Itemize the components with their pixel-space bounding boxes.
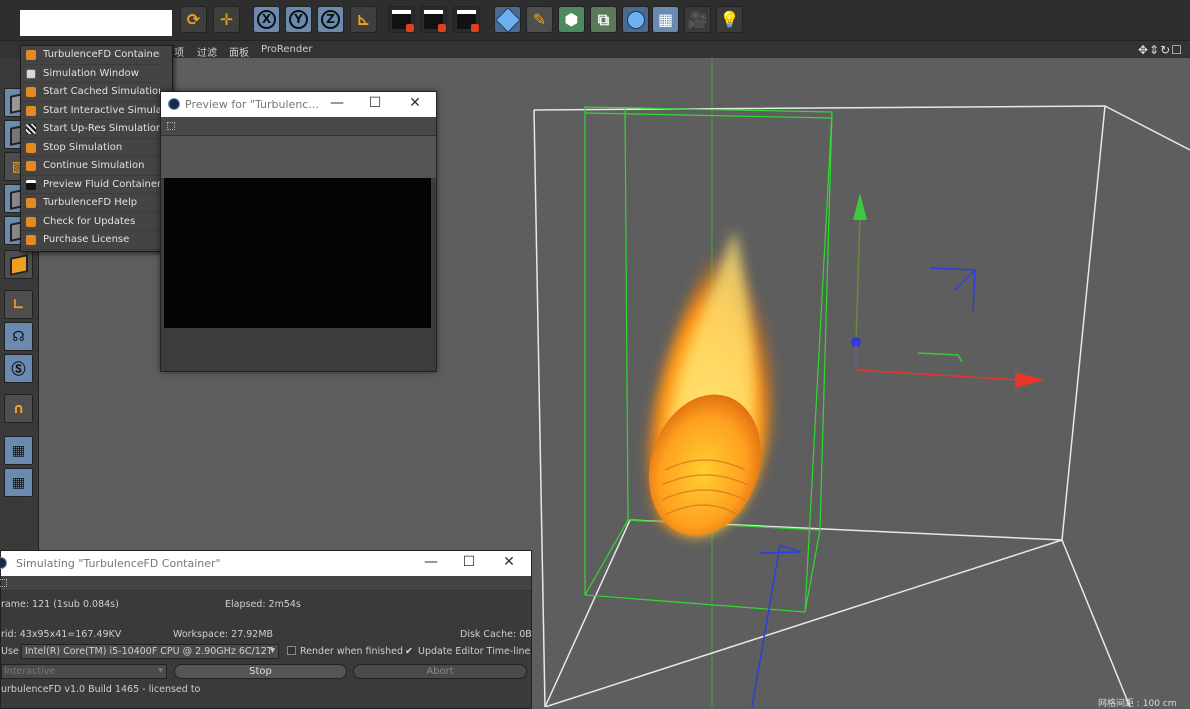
render-picture-viewer-button[interactable] bbox=[420, 6, 447, 33]
menu-item-start-cached[interactable]: Start Cached Simulation bbox=[21, 83, 160, 102]
simulating-window: Simulating "TurbulenceFD Container" — ☐ … bbox=[0, 550, 532, 709]
window-icon bbox=[26, 68, 36, 79]
preview-title: Preview for "Turbulenc... bbox=[185, 98, 319, 111]
menu-item-start-upres[interactable]: Start Up-Res Simulation bbox=[21, 120, 160, 139]
subdivision-icon[interactable]: ⬢ bbox=[558, 6, 585, 33]
menu-item-start-interactive[interactable]: Start Interactive Simulation bbox=[21, 102, 160, 120]
toolbar-grip-icon bbox=[4, 6, 16, 33]
workplane-lock-icon[interactable]: ▦ bbox=[4, 436, 33, 465]
fluid-icon bbox=[26, 142, 36, 153]
sim-title: Simulating "TurbulenceFD Container" bbox=[16, 557, 221, 570]
fluid-icon bbox=[26, 105, 36, 116]
close-button[interactable]: ✕ bbox=[499, 554, 519, 570]
maximize-button[interactable]: ☐ bbox=[365, 95, 385, 111]
grid-spacing-status: 网格间距 : 100 cm bbox=[1098, 699, 1177, 709]
viewport-menubar: 项 过滤 面板 ProRender bbox=[0, 41, 1190, 59]
minimize-button[interactable]: — bbox=[327, 95, 347, 111]
render-when-finished-checkbox[interactable]: Render when finished bbox=[287, 646, 403, 657]
grip-icon[interactable] bbox=[0, 579, 7, 587]
fluid-icon bbox=[26, 216, 36, 227]
stop-button[interactable]: Stop bbox=[174, 664, 347, 679]
menu-item-check-updates[interactable]: Check for Updates bbox=[21, 213, 160, 231]
fluid-icon bbox=[26, 161, 36, 171]
preview-toolbar bbox=[161, 117, 436, 136]
version-footer: urbulenceFD v1.0 Build 1465 - licensed t… bbox=[1, 684, 201, 695]
fluid-container-icon bbox=[26, 50, 36, 60]
solo-button[interactable]: Ⓢ bbox=[4, 354, 33, 383]
mode-select[interactable]: Interactive ▾ bbox=[1, 664, 167, 679]
checkbox-icon bbox=[287, 646, 296, 655]
camera-icon[interactable]: 🎥 bbox=[684, 6, 711, 33]
maximize-button[interactable]: ☐ bbox=[459, 554, 479, 570]
polygon-mode-button[interactable] bbox=[4, 250, 33, 279]
pen-tool-icon[interactable]: ✎ bbox=[526, 6, 553, 33]
update-timeline-checkbox[interactable]: ✔ Update Editor Time-line bbox=[405, 646, 530, 657]
snap-magnet-icon[interactable]: ∩ bbox=[4, 394, 33, 423]
menu-item-help[interactable]: TurbulenceFD Help bbox=[21, 194, 160, 213]
menu-panel[interactable]: 面板 bbox=[229, 44, 249, 59]
rotate-tool-icon[interactable]: ⟳ bbox=[180, 6, 207, 33]
menu-item-continue[interactable]: Continue Simulation bbox=[21, 157, 160, 176]
workplane-align-icon[interactable]: ▦ bbox=[4, 468, 33, 497]
preview-header-area bbox=[161, 136, 436, 178]
cloner-icon[interactable]: ⧉ bbox=[590, 6, 617, 33]
frame-info: rame: 121 (1sub 0.084s) bbox=[1, 599, 119, 610]
coordinate-system-icon[interactable]: ⊾ bbox=[350, 6, 377, 33]
occluded-area bbox=[20, 10, 172, 36]
cinema4d-logo-icon bbox=[0, 557, 7, 569]
menu-item-purchase[interactable]: Purchase License bbox=[21, 231, 160, 250]
menu-filter[interactable]: 过滤 bbox=[197, 44, 217, 59]
workspace-info: Workspace: 27.92MB bbox=[173, 629, 274, 640]
cube-primitive-button[interactable] bbox=[494, 6, 521, 33]
turbulencefd-menu: TurbulenceFD Container Simulation Window… bbox=[20, 45, 173, 252]
render-view-button[interactable] bbox=[388, 6, 415, 33]
preview-titlebar[interactable]: Preview for "Turbulenc... — ☐ ✕ bbox=[161, 92, 436, 117]
checkmark-icon: ✔ bbox=[405, 646, 413, 657]
light-bulb-icon[interactable]: 💡 bbox=[716, 6, 743, 33]
x-axis-lock-button[interactable]: X bbox=[253, 6, 280, 33]
cpu-value: Intel(R) Core(TM) i5-10400F CPU @ 2.90GH… bbox=[25, 646, 273, 657]
clapper-icon bbox=[26, 179, 36, 190]
sim-titlebar[interactable]: Simulating "TurbulenceFD Container" — ☐ … bbox=[0, 551, 531, 576]
main-toolbar: ⟳ ✛ X Y Z ⊾ ✎ ⬢ ⧉ ▦ 🎥 💡 bbox=[0, 0, 1190, 41]
tweak-mode-button[interactable]: ☊ bbox=[4, 322, 33, 351]
cinema4d-logo-icon bbox=[168, 98, 180, 110]
y-axis-lock-button[interactable]: Y bbox=[285, 6, 312, 33]
chevron-down-icon: ▾ bbox=[158, 665, 163, 676]
deformer-icon[interactable] bbox=[622, 6, 649, 33]
move-tool-icon[interactable]: ✛ bbox=[213, 6, 240, 33]
grip-icon[interactable] bbox=[167, 122, 175, 130]
sim-toolbar bbox=[0, 576, 531, 591]
fluid-icon bbox=[26, 235, 36, 245]
minimize-button[interactable]: — bbox=[421, 554, 441, 570]
render-settings-button[interactable] bbox=[453, 6, 480, 33]
elapsed-info: Elapsed: 2m54s bbox=[225, 599, 301, 610]
chevron-down-icon: ▾ bbox=[270, 645, 275, 656]
fluid-icon bbox=[26, 87, 36, 97]
menu-item-simulation-window[interactable]: Simulation Window bbox=[21, 65, 160, 83]
grid-info: rid: 43x95x41=167.49KV bbox=[1, 629, 122, 640]
abort-button[interactable]: Abort bbox=[353, 664, 527, 679]
preview-canvas bbox=[164, 178, 431, 328]
menu-item[interactable]: 项 bbox=[174, 44, 184, 59]
mode-value: Interactive bbox=[4, 666, 56, 677]
use-label: Use bbox=[1, 646, 19, 657]
disk-cache-info: Disk Cache: 0B bbox=[460, 629, 532, 640]
close-button[interactable]: ✕ bbox=[405, 95, 425, 111]
floor-grid-icon[interactable]: ▦ bbox=[652, 6, 679, 33]
fluid-icon bbox=[26, 198, 36, 208]
menu-item-container[interactable]: TurbulenceFD Container bbox=[21, 46, 160, 65]
checker-icon bbox=[26, 124, 36, 134]
viewport-nav-icons[interactable]: ✥⇕↻☐ bbox=[1138, 43, 1183, 57]
menu-item-preview[interactable]: Preview Fluid Container bbox=[21, 176, 160, 194]
menu-item-stop[interactable]: Stop Simulation bbox=[21, 139, 160, 157]
z-axis-lock-button[interactable]: Z bbox=[317, 6, 344, 33]
cpu-select[interactable]: Intel(R) Core(TM) i5-10400F CPU @ 2.90GH… bbox=[21, 644, 279, 659]
axis-mode-button[interactable]: ∟ bbox=[4, 290, 33, 319]
menu-prorender[interactable]: ProRender bbox=[261, 44, 312, 55]
preview-window: Preview for "Turbulenc... — ☐ ✕ bbox=[160, 91, 437, 372]
